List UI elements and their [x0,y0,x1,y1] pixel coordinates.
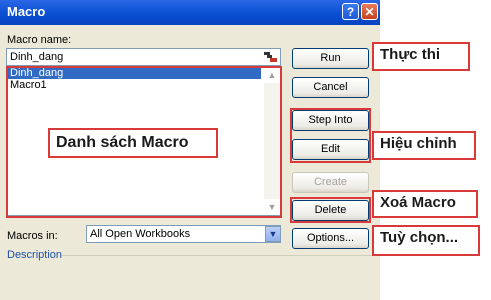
delete-highlight [290,197,371,223]
dialog-title: Macro [7,4,46,19]
chevron-down-icon[interactable]: ▼ [265,226,281,242]
options-button[interactable]: Options... [292,228,369,249]
title-bar[interactable]: Macro ? ✕ [0,0,380,25]
macro-name-input[interactable]: Dinh_dang [6,48,281,66]
annotation-edit: Hiệu chỉnh [372,131,476,160]
macro-name-value: Dinh_dang [10,51,64,63]
annotation-options: Tuỳ chọn... [372,225,480,256]
macros-in-value: All Open Workbooks [90,228,191,240]
help-button[interactable]: ? [342,3,359,20]
ref-edit-icon[interactable] [264,52,277,62]
macros-in-label: Macros in: [7,230,58,242]
macros-in-select[interactable]: All Open Workbooks [86,225,281,243]
run-button[interactable]: Run [292,48,369,69]
step-edit-highlight [290,108,371,163]
macro-name-label: Macro name: [7,34,72,46]
create-button[interactable]: Create [292,172,369,193]
annotation-list: Danh sách Macro [48,128,218,158]
description-divider [62,255,372,256]
annotation-delete: Xoá Macro [372,190,478,218]
cancel-button[interactable]: Cancel [292,77,369,98]
close-button[interactable]: ✕ [361,3,378,20]
annotation-run: Thực thi [372,42,470,71]
description-label: Description [7,249,63,261]
